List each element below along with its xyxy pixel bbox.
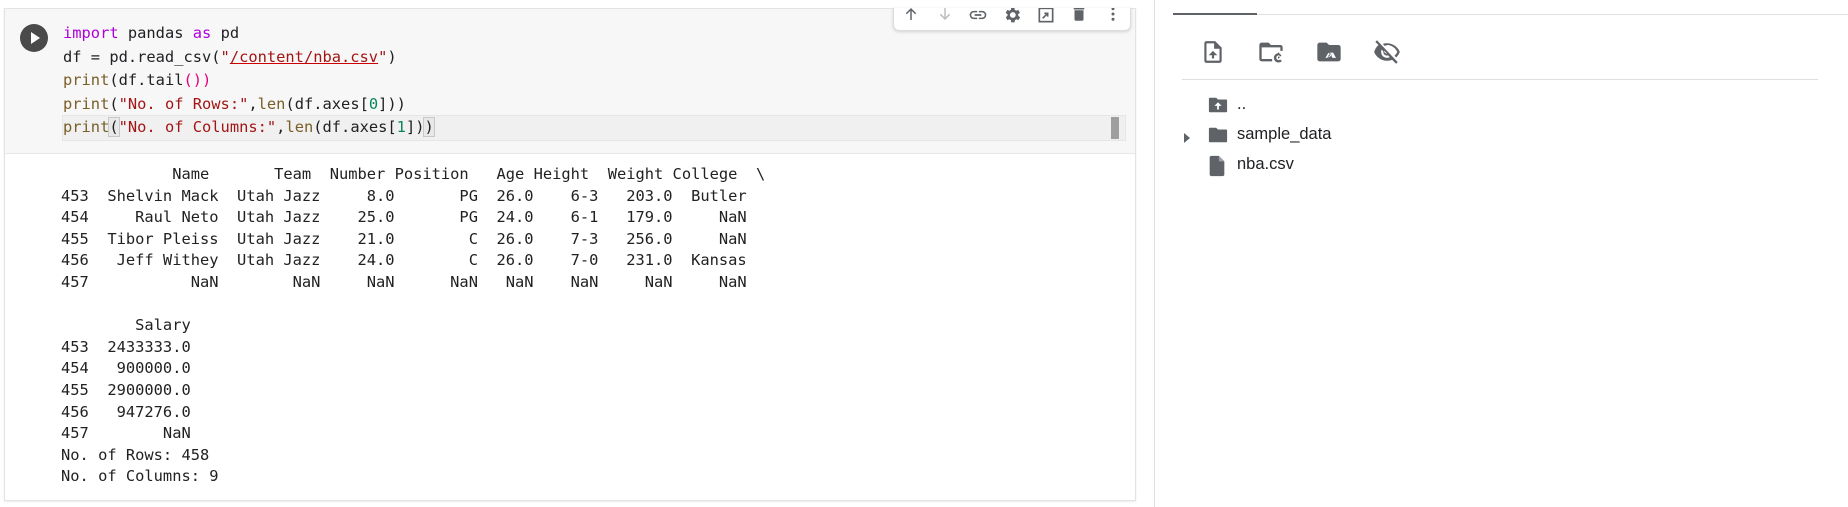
output-line: 456 947276.0 [61,402,191,421]
code-token: ]) [405,118,425,137]
visibility-off-icon [1373,38,1401,70]
output-line: No. of Columns: 9 [61,467,219,486]
output-line: 453 Shelvin Mack Utah Jazz 8.0 PG 26.0 6… [61,186,747,205]
tree-item-nba-csv[interactable]: nba.csv [1182,150,1582,180]
code-token: "No. of Columns:" [118,118,277,137]
code-line[interactable]: df = pd.read_csv("/content/nba.csv") [63,46,1125,70]
upload-file-icon [1200,39,1226,69]
tree-item-sample-data[interactable]: sample_data [1182,120,1582,150]
code-token: 0 [368,94,379,113]
code-editor[interactable]: import pandas as pd df = pd.read_csv("/co… [62,22,1126,141]
output-line: 455 Tibor Pleiss Utah Jazz 21.0 C 26.0 7… [61,229,747,248]
code-token: len [285,118,314,137]
more-options-button[interactable] [1100,8,1126,30]
code-token: /content/nba.csv [229,47,379,66]
cell-toolbar [893,8,1131,31]
code-token: print [63,118,110,137]
panel-separator [1182,79,1818,80]
tree-item-label: sample_data [1237,125,1332,143]
code-token: ( [108,117,120,138]
cell-output: Name Team Number Position Age Height Wei… [61,164,1121,488]
code-token: ) [423,117,435,138]
delete-cell-button[interactable] [1066,8,1092,30]
file-tree: .. sample_data nba.csv [1182,90,1582,180]
arrow-up-icon [902,8,920,27]
code-cell: import pandas as pd df = pd.read_csv("/co… [4,8,1136,501]
output-line: 456 Jeff Withey Utah Jazz 24.0 C 26.0 7-… [61,251,747,270]
file-icon [1207,155,1227,181]
code-token: (df.tail [109,71,184,90]
cell-settings-button[interactable] [999,8,1025,30]
output-line: 457 NaN [61,424,191,443]
mirror-cell-icon [1036,8,1056,29]
code-token: pandas [118,24,193,42]
code-token: , [248,94,258,113]
panel-divider[interactable] [1154,0,1155,507]
code-token: df = pd.read_csv( [63,47,221,66]
code-line[interactable]: print("No. of Rows:",len(df.axes[0])) [63,93,1125,117]
mirror-cell-button[interactable] [1033,8,1059,30]
code-token: import [63,24,119,42]
code-token: (df.axes[ [285,94,369,113]
more-vert-icon [1104,8,1122,27]
upload-file-button[interactable] [1197,38,1229,70]
caret-right-icon[interactable] [1182,129,1192,148]
arrow-down-icon [936,8,954,27]
code-token: 1 [396,118,406,137]
tree-item-label: .. [1237,95,1247,113]
output-line: 454 900000.0 [61,359,191,378]
move-cell-up-button[interactable] [898,8,924,30]
code-line[interactable]: print(df.tail()) [63,69,1125,93]
code-token: " [378,47,388,66]
output-line: 454 Raul Neto Utah Jazz 25.0 PG 24.0 6-1… [61,208,747,227]
editor-scrollbar[interactable] [1111,117,1119,139]
code-token: (df.axes[ [313,118,397,137]
output-line: 455 2900000.0 [61,380,191,399]
code-token: print [63,71,110,90]
code-token: len [257,94,286,113]
folder-refresh-icon [1257,38,1285,70]
files-tab-indicator[interactable] [1173,13,1257,15]
output-line: Name Team Number Position Age Height Wei… [61,165,766,183]
code-token: ])) [378,94,406,113]
tree-item-label: nba.csv [1237,155,1294,173]
drive-folder-icon [1315,38,1343,70]
tree-item-parent[interactable]: .. [1182,90,1582,120]
trash-icon [1070,8,1088,27]
code-token: " [220,47,230,66]
mount-drive-button[interactable] [1313,38,1345,70]
link-icon [968,8,988,29]
gear-icon [1002,8,1022,29]
code-token: ) [387,47,397,66]
panel-tab-bar [1173,14,1848,15]
code-token: ()) [183,71,212,90]
folder-icon [1207,125,1229,149]
output-line: 457 NaN NaN NaN NaN NaN NaN NaN NaN [61,272,747,291]
output-line: Salary [61,316,191,335]
refresh-button[interactable] [1255,38,1287,70]
code-token: print [63,94,110,113]
run-cell-button[interactable] [20,24,48,52]
hide-files-button[interactable] [1371,38,1403,70]
file-actions [1197,38,1403,70]
code-token: as [192,24,212,42]
code-token: pd [211,24,240,42]
move-cell-down-button[interactable] [932,8,958,30]
code-token: "No. of Rows:" [118,94,249,113]
output-line: No. of Rows: 458 [61,445,210,464]
folder-up-icon [1207,95,1229,119]
code-line[interactable]: print("No. of Columns:",len(df.axes[1])) [62,115,1126,141]
copy-link-button[interactable] [965,8,991,30]
code-token: ( [109,94,119,113]
output-line: 453 2433333.0 [61,337,191,356]
